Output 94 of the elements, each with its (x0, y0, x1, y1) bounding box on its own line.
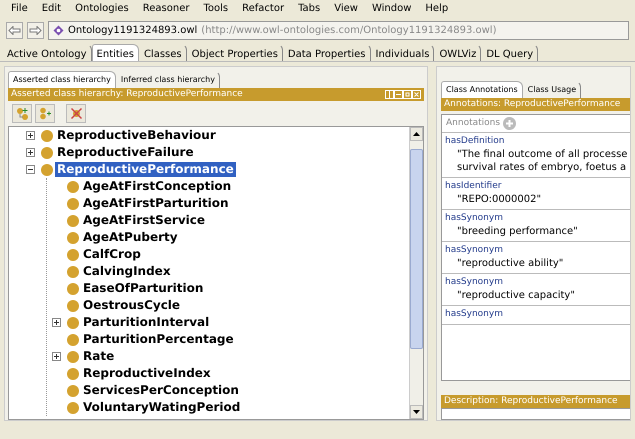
tab[interactable]: Entities (92, 44, 139, 61)
class-dot-icon (67, 198, 79, 210)
class-dot-icon (41, 130, 53, 142)
tree-item[interactable]: ReproductiveBehaviour (55, 128, 218, 143)
menu-item[interactable]: Tabs (291, 2, 328, 16)
add-subclass-icon (16, 107, 28, 120)
plus-icon (27, 132, 34, 139)
tree-item[interactable]: ReproductiveFailure (55, 145, 196, 160)
menu-item[interactable]: Edit (34, 2, 68, 16)
tab[interactable]: DL Query (481, 44, 538, 61)
class-dot-icon (67, 266, 79, 278)
ontology-uri: (http://www.owl-ontologies.com/Ontology1191324893.owl) (201, 24, 496, 38)
delete-class-icon (70, 107, 82, 120)
forward-button[interactable] (27, 22, 44, 38)
delete-class-button[interactable] (66, 104, 86, 123)
annotation-value: "REPO:0000002" (456, 193, 542, 206)
annotation-property: hasSynonym (445, 308, 504, 321)
ontology-diamond-icon (53, 24, 64, 36)
tab[interactable]: Asserted class hierarchy (8, 71, 116, 88)
add-sibling-icon (38, 107, 52, 120)
expand-toggle[interactable] (26, 131, 35, 140)
class-dot-icon (67, 214, 79, 226)
plus-icon (27, 149, 34, 156)
minus-icon (27, 166, 34, 173)
tree-item[interactable]: OestrousCycle (81, 298, 182, 313)
class-dot-icon (67, 368, 79, 380)
tree-item[interactable]: AgeAtPuberty (81, 230, 180, 245)
menu-item[interactable]: Tools (196, 2, 236, 16)
annotation-property: hasSynonym (445, 244, 504, 257)
expand-toggle[interactable] (52, 318, 61, 327)
menu-item[interactable]: Window (364, 2, 418, 16)
tree-item[interactable]: EaseOfParturition (81, 281, 206, 296)
tree-item[interactable]: Rate (81, 349, 116, 364)
class-dot-icon (67, 232, 79, 244)
expand-toggle[interactable] (26, 148, 35, 157)
tab[interactable]: Individuals (370, 44, 434, 61)
annotation-property: hasDefinition (445, 135, 506, 148)
address-field[interactable]: Ontology1191324893.owl (http://www.owl-ontologies.com/Ontology1191324893.owl) (48, 20, 629, 40)
collapse-toggle[interactable] (26, 165, 35, 174)
ontology-name: Ontology1191324893.owl (68, 24, 198, 38)
tab[interactable]: Class Annotations (441, 81, 523, 98)
tab[interactable]: Classes (138, 44, 187, 61)
class-dot-icon (67, 384, 79, 396)
tree-item[interactable]: ParturitionInterval (81, 315, 212, 330)
annotation-value: "reproductive ability" (456, 257, 564, 270)
class-dot-icon (67, 316, 79, 328)
plus-icon (53, 319, 60, 326)
tree-item[interactable]: AgeAtFirstConception (81, 179, 234, 194)
plus-icon (53, 353, 60, 360)
tree-item[interactable]: ReproductivePerformance (55, 162, 236, 177)
menu-item[interactable]: Ontologies (68, 2, 136, 16)
tree-item[interactable]: AgeAtFirstService (81, 213, 208, 228)
tab[interactable]: Data Properties (282, 44, 371, 61)
class-dot-icon (67, 402, 79, 414)
annotation-property: hasSynonym (445, 276, 504, 289)
tree-item[interactable]: ReproductiveIndex (81, 366, 213, 381)
class-dot-icon (67, 300, 79, 312)
tab[interactable]: OWLViz (434, 44, 482, 61)
back-button[interactable] (6, 22, 23, 38)
annotation-value: "The final outcome of all processe (456, 148, 627, 161)
tree-item[interactable]: ServicesPerConception (81, 383, 241, 398)
panel-title: Asserted class hierarchy: ReproductivePerformance (11, 88, 243, 101)
scroll-up-icon[interactable] (413, 132, 420, 136)
class-dot-icon (67, 282, 79, 294)
menu-item[interactable]: Reasoner (136, 2, 196, 16)
tree-item[interactable]: AgeAtFirstParturition (81, 196, 231, 211)
panel-title: Annotations: ReproductivePerformance (441, 98, 630, 111)
tree-item[interactable]: CalvingIndex (81, 264, 173, 279)
menu-item[interactable]: Refactor (235, 2, 292, 16)
menu-item[interactable]: Help (418, 2, 456, 16)
class-dot-icon (67, 334, 79, 346)
class-dot-icon (41, 164, 53, 176)
class-dot-icon (67, 248, 79, 260)
window-controls-icon[interactable] (385, 90, 421, 99)
scrollbar[interactable] (409, 127, 423, 419)
annotation-value: "reproductive capacity" (456, 289, 576, 302)
panel-title: Description: ReproductivePerformance (441, 395, 630, 408)
scroll-down-icon[interactable] (413, 410, 420, 414)
add-subclass-button[interactable] (12, 104, 32, 123)
tree-item[interactable]: VoluntaryWatingPeriod (81, 400, 242, 415)
class-dot-icon (67, 180, 79, 192)
annotation-value: "breeding performance" (456, 225, 579, 238)
annotations-header: Annotations (446, 116, 500, 130)
menu-item[interactable]: View (327, 2, 365, 16)
class-dot-icon (41, 146, 53, 158)
class-dot-icon (67, 350, 79, 362)
menu-item[interactable]: File (4, 2, 35, 16)
annotation-property: hasIdentifier (445, 180, 502, 193)
annotation-property: hasSynonym (445, 212, 504, 225)
tree-item[interactable]: ParturitionPercentage (81, 332, 236, 347)
annotation-value: survival rates of embryo, foetus a (456, 161, 627, 174)
tree-item[interactable]: CalfCrop (81, 247, 143, 262)
tab[interactable]: Object Properties (186, 44, 283, 61)
expand-toggle[interactable] (52, 352, 61, 361)
